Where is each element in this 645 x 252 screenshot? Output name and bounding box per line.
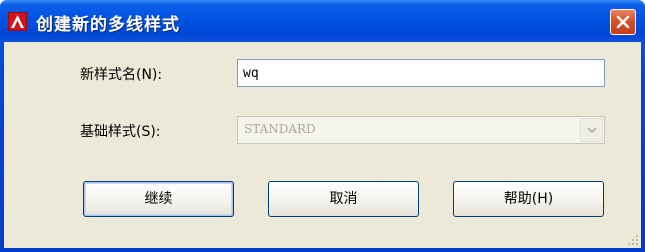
base-style-label: 基础样式(S): xyxy=(80,124,161,140)
help-button[interactable]: 帮助(H) xyxy=(453,181,604,217)
close-button[interactable] xyxy=(610,9,636,35)
base-style-select[interactable]: STANDARD xyxy=(237,116,605,144)
continue-button[interactable]: 继续 xyxy=(83,181,234,217)
base-style-value: STANDARD xyxy=(244,122,316,136)
resize-grip-icon[interactable] xyxy=(627,234,639,246)
dropdown-arrow-button[interactable] xyxy=(580,118,603,142)
autocad-icon xyxy=(8,12,27,31)
chevron-down-icon xyxy=(587,127,597,134)
dialog-body: 新样式名(N): 基础样式(S): STANDARD 继续 取消 帮助(H) xyxy=(4,42,641,248)
close-icon xyxy=(616,15,630,29)
dialog-window: 创建新的多线样式 新样式名(N): 基础样式(S): STANDARD 继续 取… xyxy=(0,0,645,252)
window-title: 创建新的多线样式 xyxy=(36,15,180,35)
new-style-name-input[interactable] xyxy=(237,59,605,87)
new-style-name-label: 新样式名(N): xyxy=(80,67,163,83)
title-bar[interactable]: 创建新的多线样式 xyxy=(0,0,645,42)
cancel-button[interactable]: 取消 xyxy=(268,181,419,217)
